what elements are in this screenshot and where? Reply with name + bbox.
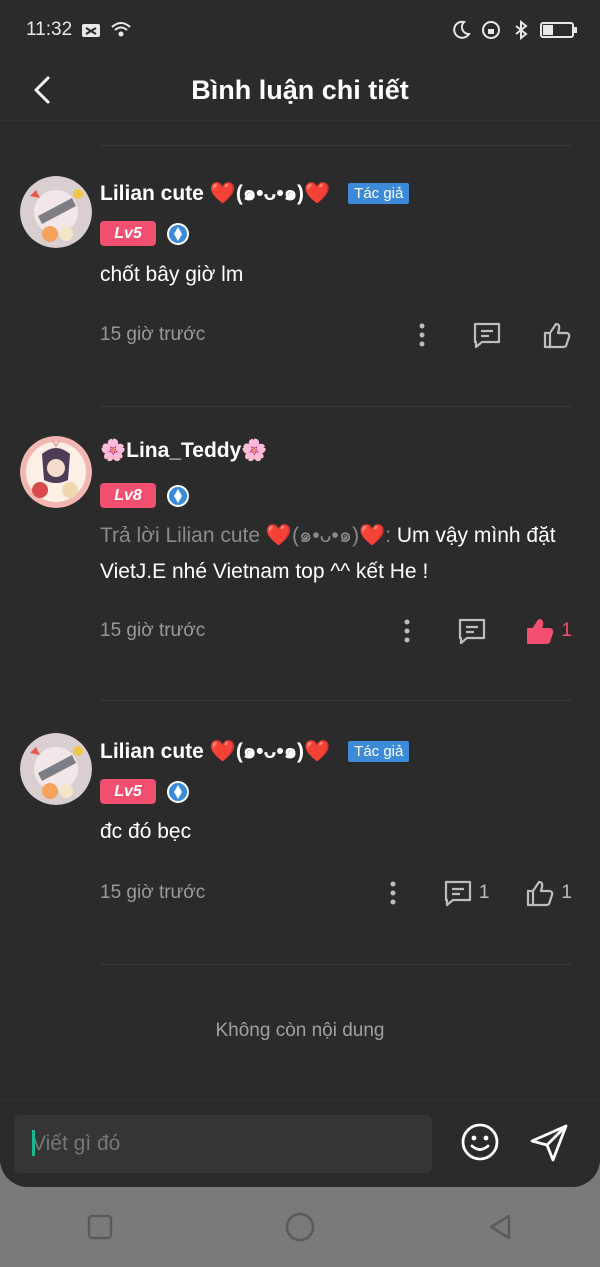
header: Bình luận chi tiết: [0, 60, 600, 121]
notification-icon: [82, 24, 101, 37]
end-of-list-message: Không còn nội dung: [215, 1020, 385, 1041]
back-button[interactable]: [22, 68, 62, 112]
comment-text: chốt bây giờ lm: [100, 263, 244, 286]
divider: [100, 700, 572, 701]
more-button[interactable]: [397, 616, 417, 646]
like-icon-active: [527, 619, 554, 644]
like-button[interactable]: 1: [525, 879, 572, 907]
divider: [100, 145, 572, 146]
like-count: 1: [561, 882, 572, 903]
app-screen: 11:32 Bình luận chi tiết Lilian cute ❤️(…: [0, 0, 600, 1187]
comment-time: 15 giờ trước: [100, 324, 206, 345]
user-name[interactable]: Lilian cute ❤️(๑•ᴗ•๑)❤️: [100, 735, 330, 768]
avatar-image: [20, 436, 92, 508]
status-bar: 11:32: [0, 0, 600, 60]
user-name[interactable]: Lilian cute ❤️(๑•ᴗ•๑)❤️: [100, 177, 330, 210]
like-button[interactable]: [542, 321, 572, 349]
level-badge: Lv5: [100, 221, 156, 246]
avatar-image: [20, 733, 92, 805]
lock-rotation-icon: [482, 21, 500, 39]
reply-button[interactable]: [457, 617, 487, 645]
status-time: 11:32: [26, 19, 73, 40]
level-badge: Lv8: [100, 483, 156, 508]
like-count: 1: [561, 620, 572, 641]
more-icon: [404, 619, 410, 643]
comment-text: đc đó bẹc: [100, 820, 192, 843]
more-icon: [419, 323, 425, 347]
bluetooth-icon: [515, 19, 528, 41]
reply-button[interactable]: 1: [443, 879, 490, 907]
avatar[interactable]: [20, 436, 92, 508]
comment-composer: [0, 1100, 600, 1187]
avatar[interactable]: [20, 176, 92, 248]
reply-icon: [444, 880, 471, 907]
like-icon: [527, 880, 554, 907]
user-name[interactable]: 🌸Lina_Teddy🌸: [100, 439, 267, 463]
page-title: Bình luận chi tiết: [191, 74, 409, 105]
send-icon[interactable]: [528, 1122, 570, 1164]
wifi-icon: [111, 22, 131, 37]
system-nav-bar: [0, 1187, 600, 1267]
like-button[interactable]: 1: [525, 617, 572, 645]
avatar[interactable]: [20, 733, 92, 805]
avatar-image: [20, 176, 92, 248]
reply-count: 1: [478, 882, 490, 903]
comment-text: Trả lời Lilian cute ❤️(๑•ᴗ•๑)❤️: Um vậy …: [100, 524, 556, 583]
like-icon: [543, 322, 571, 349]
text-caret: [32, 1130, 35, 1156]
verified-icon: [167, 780, 189, 803]
more-icon: [390, 881, 396, 905]
divider: [100, 406, 572, 407]
battery-icon: [540, 22, 577, 38]
level-badge: Lv5: [100, 779, 156, 804]
emoji-icon[interactable]: [460, 1122, 500, 1162]
more-button[interactable]: [383, 878, 403, 908]
reply-icon: [473, 322, 501, 349]
home-icon[interactable]: [284, 1211, 316, 1243]
author-tag: Tác giả: [348, 183, 410, 204]
reply-icon: [459, 618, 486, 645]
comment-time: 15 giờ trước: [100, 620, 206, 641]
more-button[interactable]: [412, 320, 432, 350]
back-icon: [34, 76, 50, 104]
reply-prefix[interactable]: Trả lời Lilian cute ❤️(๑•ᴗ•๑)❤️:: [100, 524, 391, 547]
comment-time: 15 giờ trước: [100, 882, 206, 903]
comment-input[interactable]: [14, 1115, 432, 1173]
verified-icon: [167, 222, 189, 245]
author-tag: Tác giả: [348, 741, 410, 762]
divider: [100, 964, 572, 965]
moon-icon: [453, 20, 471, 39]
verified-icon: [167, 484, 189, 507]
reply-button[interactable]: [472, 321, 502, 349]
system-back-icon[interactable]: [485, 1212, 515, 1242]
recents-icon[interactable]: [85, 1212, 115, 1242]
